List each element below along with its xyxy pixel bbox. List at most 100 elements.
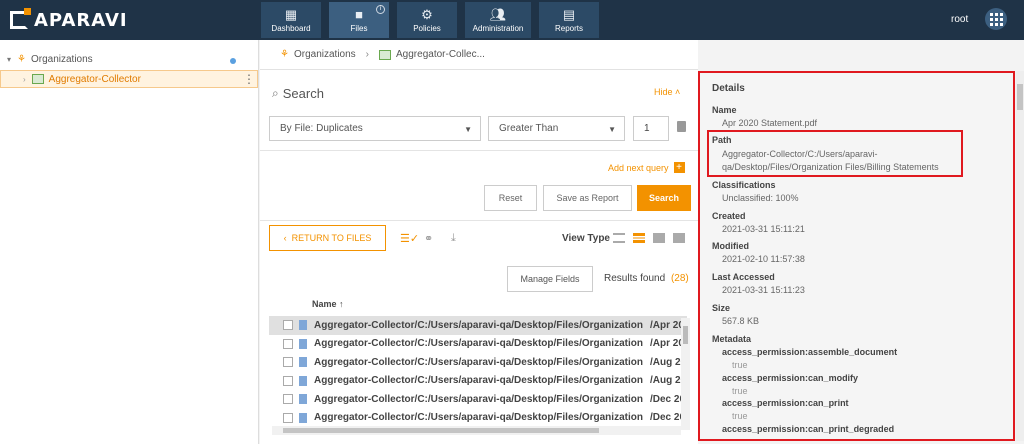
table-row[interactable]: Aggregator-Collector/C:/Users/aparavi-qa… — [269, 316, 687, 335]
status-dot — [230, 58, 236, 64]
column-name-label: Name — [312, 299, 337, 309]
plus-icon: + — [673, 162, 685, 173]
row-checkbox[interactable] — [283, 412, 293, 423]
nav-reports[interactable]: ▤ Reports — [539, 2, 599, 38]
reset-button[interactable]: Reset — [484, 185, 537, 211]
checklist-icon[interactable]: ☰✓ — [400, 232, 419, 245]
table-row[interactable]: Aggregator-Collector/C:/Users/aparavi-qa… — [269, 409, 687, 427]
row-checkbox[interactable] — [283, 394, 293, 405]
nav-files-label: Files — [350, 23, 368, 33]
return-to-files-button[interactable]: ‹ RETURN TO FILES — [269, 225, 386, 251]
metadata-key: access_permission:assemble_document — [722, 347, 898, 357]
metadata-key: access_permission:can_print — [722, 398, 849, 408]
row-date: /Dec 20 — [650, 393, 686, 405]
details-panel: Details Name Apr 2020 Statement.pdf Path… — [698, 71, 1015, 441]
row-date: /Apr 20 — [650, 338, 684, 350]
file-icon — [299, 320, 307, 331]
table-row[interactable]: Aggregator-Collector/C:/Users/aparavi-qa… — [269, 390, 687, 409]
logo-text: APARAVI — [34, 9, 128, 31]
tile-view-icon[interactable] — [673, 233, 685, 243]
aparavi-logo[interactable]: APARAVI — [10, 8, 128, 31]
apps-grid-icon[interactable] — [985, 8, 1007, 30]
top-bar: APARAVI ▦ Dashboard i ■ Files ⚙ Policies… — [0, 0, 1024, 40]
row-checkbox[interactable] — [283, 320, 293, 331]
size-value: 567.8 KB — [722, 316, 760, 326]
trash-icon[interactable] — [677, 121, 686, 132]
filter-field-select[interactable]: By File: Duplicates ▼ — [269, 116, 481, 141]
row-checkbox[interactable] — [283, 375, 293, 386]
detail-view-icon[interactable] — [633, 233, 645, 243]
metadata-label: Metadata — [712, 334, 752, 344]
manage-fields-button[interactable]: Manage Fields — [507, 266, 593, 292]
vertical-scroll-thumb[interactable] — [683, 326, 688, 344]
table-row[interactable]: Aggregator-Collector/C:/Users/aparavi-qa… — [269, 372, 687, 391]
row-name: Aggregator-Collector/C:/Users/aparavi-qa… — [314, 375, 644, 387]
chevron-right-icon[interactable]: › — [23, 75, 26, 84]
hide-search-button[interactable]: Hide ˄ — [654, 87, 680, 97]
collector-icon — [379, 49, 392, 60]
operator-select[interactable]: Greater Than ▼ — [488, 116, 625, 141]
name-label: Name — [712, 105, 737, 115]
value-input[interactable]: 1 — [633, 116, 669, 141]
list-view-icon[interactable] — [613, 233, 625, 243]
metadata-value: true — [732, 411, 748, 421]
download-icon[interactable]: ⤓ — [451, 232, 456, 245]
folder-icon: ■ — [355, 6, 363, 22]
chevron-down-icon[interactable]: ▾ — [7, 55, 11, 64]
row-checkbox[interactable] — [283, 338, 293, 349]
view-type-label: View Type — [562, 233, 610, 244]
save-as-report-button[interactable]: Save as Report — [543, 185, 632, 211]
breadcrumb-collector[interactable]: Aggregator-Collec... — [396, 49, 485, 60]
path-value: Aggregator-Collector/C:/Users/aparavi-qa… — [722, 149, 939, 172]
clipboard-icon: ▤ — [562, 6, 576, 22]
file-icon — [299, 412, 307, 423]
modified-label: Modified — [712, 241, 749, 251]
details-title: Details — [712, 83, 745, 94]
row-checkbox[interactable] — [283, 357, 293, 368]
file-icon — [299, 375, 307, 386]
details-scrollbar[interactable] — [1016, 71, 1024, 441]
org-tree-panel: ▾ ⚘ Organizations › Aggregator-Collector… — [0, 40, 259, 444]
metadata-value: true — [732, 437, 748, 439]
hide-label: Hide — [654, 87, 673, 97]
row-name: Aggregator-Collector/C:/Users/aparavi-qa… — [314, 412, 644, 424]
modified-value: 2021-02-10 11:57:38 — [722, 254, 805, 264]
add-next-query-button[interactable]: Add next query + — [608, 162, 685, 173]
people-icon: 👥︎ — [489, 6, 507, 22]
nav-files[interactable]: i ■ Files — [329, 2, 389, 38]
collector-icon — [31, 74, 44, 84]
tree-item-label: Organizations — [30, 54, 93, 65]
breadcrumb-organizations[interactable]: Organizations — [294, 49, 356, 60]
row-name: Aggregator-Collector/C:/Users/aparavi-qa… — [314, 319, 644, 331]
filter-field-value: By File: Duplicates — [280, 123, 363, 134]
results-found-label: Results found — [604, 273, 666, 284]
results-found: Results found (28) — [604, 273, 689, 284]
user-name[interactable]: root — [951, 14, 968, 25]
tree-item-organizations[interactable]: ▾ ⚘ Organizations — [0, 51, 258, 68]
organization-icon: ⚘ — [280, 49, 289, 60]
metadata-value: true — [732, 386, 748, 396]
search-button[interactable]: Search — [637, 185, 691, 211]
file-icon — [299, 357, 307, 368]
tree-item-aggregator-collector[interactable]: › Aggregator-Collector ⋮ — [0, 70, 258, 88]
row-date: /Apr 20 — [650, 319, 684, 331]
last-accessed-label: Last Accessed — [712, 272, 775, 282]
details-scroll-thumb[interactable] — [1017, 84, 1023, 110]
table-row[interactable]: Aggregator-Collector/C:/Users/aparavi-qa… — [269, 353, 687, 372]
chevron-up-icon: ˄ — [675, 87, 681, 97]
column-header-name[interactable]: Name ↑ — [312, 299, 344, 309]
sort-up-icon: ↑ — [339, 299, 344, 309]
table-row[interactable]: Aggregator-Collector/C:/Users/aparavi-qa… — [269, 335, 687, 354]
last-accessed-value: 2021-03-31 15:11:23 — [722, 285, 805, 295]
horizontal-scroll-thumb[interactable] — [283, 428, 599, 433]
metadata-key: access_permission:can_print_degraded — [722, 424, 895, 434]
created-value: 2021-03-31 15:11:21 — [722, 224, 805, 234]
link-icon[interactable]: ⚭ — [424, 232, 433, 245]
caret-down-icon: ▼ — [608, 125, 616, 134]
info-icon[interactable]: i — [376, 5, 385, 14]
nav-dashboard[interactable]: ▦ Dashboard — [261, 2, 321, 38]
nav-policies[interactable]: ⚙ Policies — [397, 2, 457, 38]
nav-administration[interactable]: 👥︎ Administration — [465, 2, 531, 38]
grid-view-icon[interactable] — [653, 233, 665, 243]
kebab-menu-icon[interactable]: ⋮ — [243, 73, 255, 85]
